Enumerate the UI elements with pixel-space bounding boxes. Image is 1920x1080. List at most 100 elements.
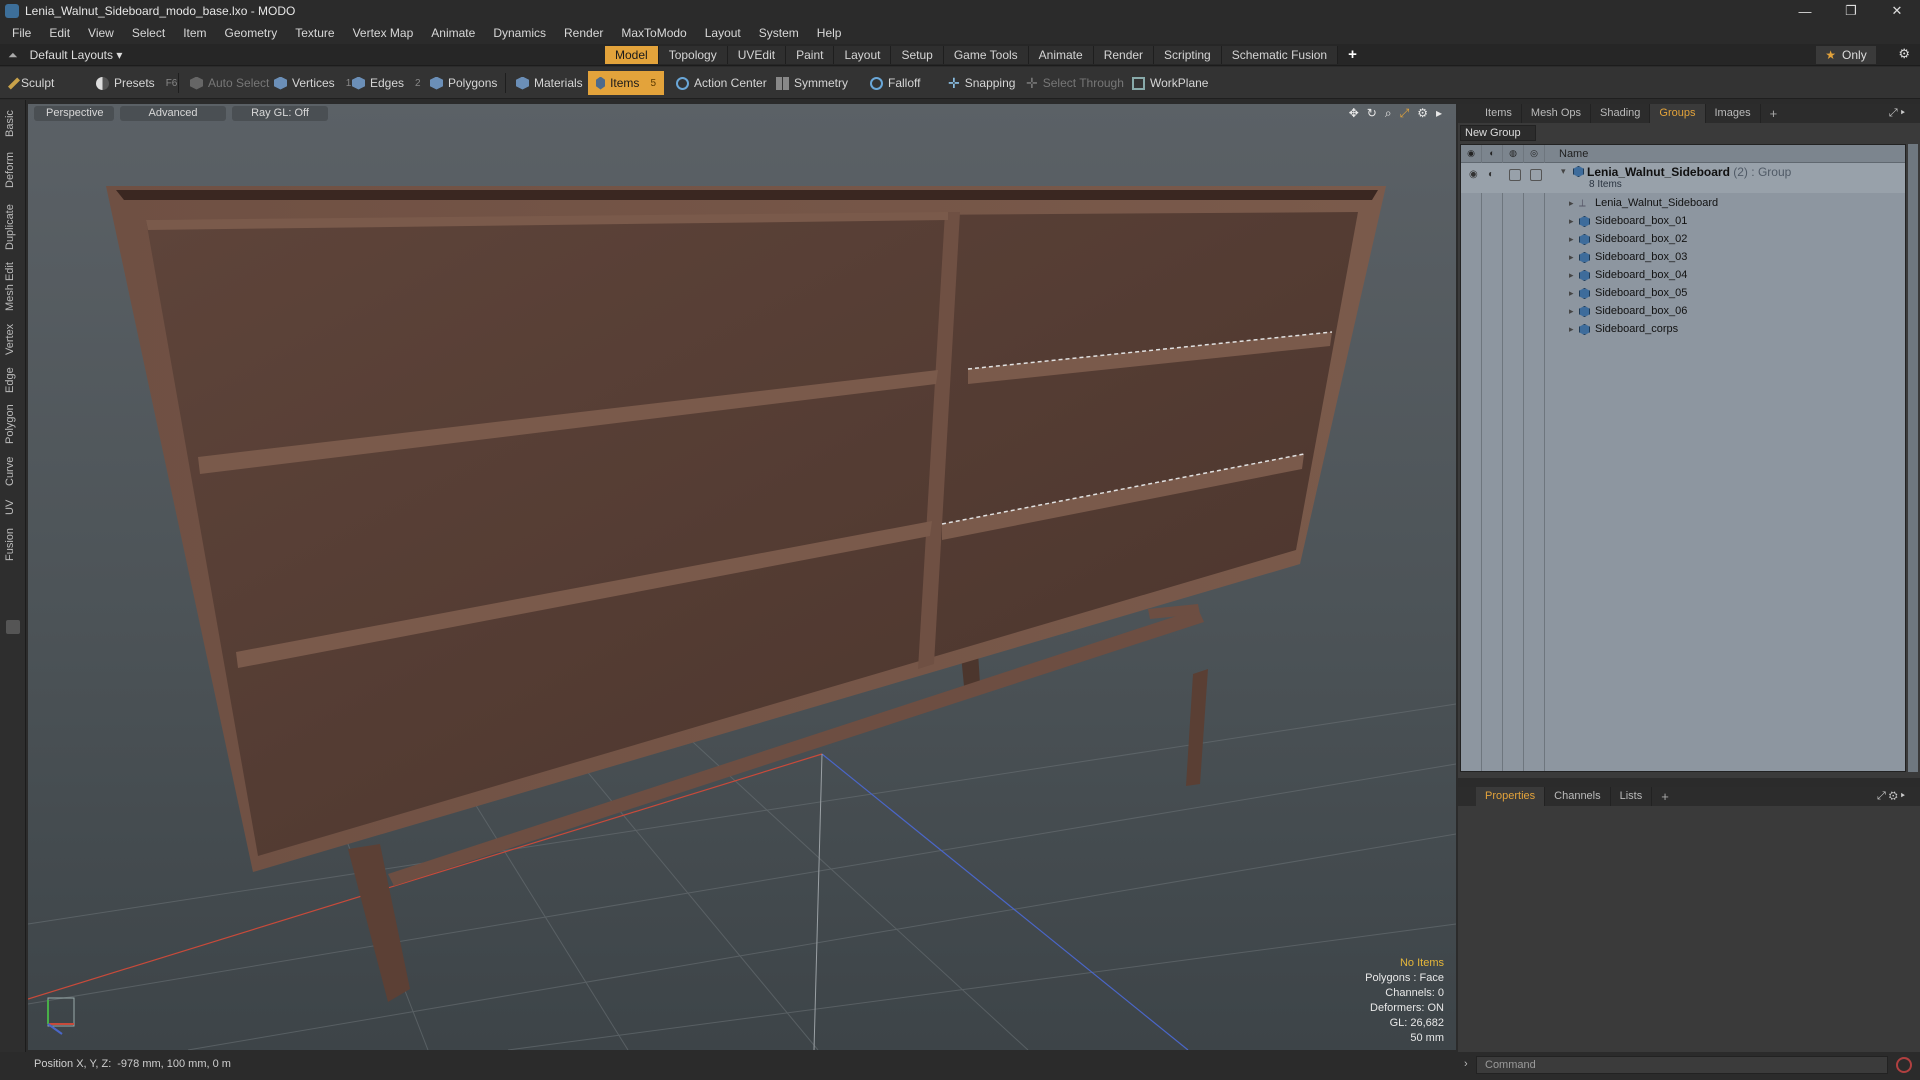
expand-arrow-icon[interactable]: ▸ — [1569, 324, 1574, 335]
select-through-button[interactable]: ✛ Select Through — [1018, 71, 1132, 95]
tab-topology[interactable]: Topology — [658, 46, 728, 64]
tab-scripting[interactable]: Scripting — [1154, 46, 1222, 64]
expand-arrow-icon[interactable]: ▸ — [1569, 216, 1574, 227]
groups-scrollbar[interactable] — [1908, 144, 1918, 772]
sculpt-button[interactable]: Sculpt — [4, 71, 62, 95]
menu-file[interactable]: File — [12, 26, 31, 40]
expand-arrow-icon[interactable]: ▸ — [1569, 270, 1574, 281]
minimize-button[interactable]: — — [1782, 0, 1828, 22]
tab-paint[interactable]: Paint — [786, 46, 835, 64]
symmetry-button[interactable]: Symmetry — [768, 71, 856, 95]
only-toggle[interactable]: ★ Only — [1816, 46, 1876, 64]
collapse-arrow-icon[interactable]: ▾ — [1561, 166, 1566, 177]
tab-schematic-fusion[interactable]: Schematic Fusion — [1221, 46, 1339, 64]
list-item[interactable]: ▸ Sideboard_box_01 — [1461, 213, 1905, 231]
tab-uvedit[interactable]: UVEdit — [727, 46, 787, 64]
tab-items[interactable]: Items — [1476, 104, 1522, 123]
tab-images[interactable]: Images — [1706, 104, 1761, 123]
select-col-icon[interactable]: ◎ — [1528, 148, 1540, 160]
tab-fusion[interactable]: Fusion — [4, 524, 22, 564]
select-toggle[interactable] — [1530, 169, 1542, 181]
lock-col-icon[interactable]: ◍ — [1507, 148, 1519, 160]
menu-item[interactable]: Item — [183, 26, 206, 40]
gear-icon[interactable]: ⚙ — [1898, 46, 1910, 62]
tab-properties[interactable]: Properties — [1476, 787, 1546, 806]
menu-dynamics[interactable]: Dynamics — [493, 26, 546, 40]
fit-icon[interactable]: ⤢ — [1400, 106, 1410, 121]
lock-toggle[interactable] — [1509, 169, 1521, 181]
expand-icon[interactable]: ⤢ ⚙ ▸ — [1868, 787, 1914, 806]
tab-setup[interactable]: Setup — [891, 46, 944, 64]
tab-groups[interactable]: Groups — [1650, 104, 1706, 123]
rotate-icon[interactable]: ↻ — [1367, 106, 1377, 121]
list-item[interactable]: ▸ ⟂ Lenia_Walnut_Sideboard — [1461, 195, 1905, 213]
visibility-eye-icon[interactable]: ◉ — [1469, 169, 1478, 180]
tab-render[interactable]: Render — [1093, 46, 1155, 64]
expand-arrow-icon[interactable]: ▸ — [1569, 252, 1574, 263]
command-input[interactable]: Command — [1476, 1056, 1888, 1074]
view-type-dropdown[interactable]: Perspective — [34, 106, 114, 121]
shading-dropdown[interactable]: Advanced — [120, 106, 226, 121]
group-row[interactable]: ◉ ◐ ▾ Lenia_Walnut_Sideboard (2) : Group… — [1461, 163, 1905, 193]
tab-curve[interactable]: Curve — [4, 452, 22, 490]
tab-duplicate[interactable]: Duplicate — [4, 198, 22, 256]
new-group-button[interactable]: New Group — [1460, 125, 1536, 141]
menu-render[interactable]: Render — [564, 26, 603, 40]
3d-viewport[interactable]: Perspective Advanced Ray GL: Off ✥ ↻ ⌕ ⤢… — [28, 104, 1456, 1050]
add-tab-icon[interactable]: + — [1761, 104, 1787, 123]
expand-arrow-icon[interactable]: ▸ — [1569, 234, 1574, 245]
tab-layout[interactable]: Layout — [834, 46, 892, 64]
edges-button[interactable]: Edges 2 — [344, 71, 429, 95]
viewport-settings-icon[interactable]: ⚙ — [1417, 106, 1428, 121]
tab-mesh-ops[interactable]: Mesh Ops — [1522, 104, 1592, 123]
palette-toggle-icon[interactable] — [6, 620, 20, 634]
tab-channels[interactable]: Channels — [1545, 787, 1611, 806]
expand-arrow-icon[interactable]: ▸ — [1569, 288, 1574, 299]
expand-arrow-icon[interactable]: ▸ — [1569, 306, 1574, 317]
add-tab-icon[interactable]: + — [1338, 46, 1367, 64]
tab-game-tools[interactable]: Game Tools — [943, 46, 1029, 64]
expand-icon[interactable]: ⤢ ▸ — [1880, 104, 1914, 123]
auto-select-button[interactable]: Auto Select — [182, 71, 277, 95]
raygl-toggle[interactable]: Ray GL: Off — [232, 106, 328, 121]
menu-select[interactable]: Select — [132, 26, 165, 40]
tab-edge[interactable]: Edge — [4, 364, 22, 396]
tab-shading[interactable]: Shading — [1591, 104, 1651, 123]
expand-arrow-icon[interactable]: ▸ — [1569, 198, 1574, 209]
collapse-icon[interactable]: ⏶ — [8, 48, 18, 63]
presets-button[interactable]: Presets F6 — [88, 71, 185, 95]
tab-animate[interactable]: Animate — [1028, 46, 1094, 64]
visibility-col-icon[interactable]: ◉ — [1465, 148, 1477, 160]
menu-texture[interactable]: Texture — [295, 26, 334, 40]
menu-layout[interactable]: Layout — [705, 26, 741, 40]
menu-vertex-map[interactable]: Vertex Map — [353, 26, 414, 40]
items-button[interactable]: Items 5 — [588, 71, 664, 95]
layouts-dropdown[interactable]: ⏶ Default Layouts ▾ — [8, 46, 122, 64]
restore-button[interactable]: ❐ — [1828, 0, 1874, 22]
menu-maxtomodo[interactable]: MaxToModo — [621, 26, 686, 40]
workplane-button[interactable]: WorkPlane — [1124, 71, 1216, 95]
list-item[interactable]: ▸ Sideboard_box_05 — [1461, 285, 1905, 303]
action-center-button[interactable]: Action Center — [668, 71, 775, 95]
tab-lists[interactable]: Lists — [1611, 787, 1653, 806]
render-col-icon[interactable]: ◐ — [1486, 148, 1498, 160]
materials-button[interactable]: Materials — [508, 71, 591, 95]
tab-polygon[interactable]: Polygon — [4, 400, 22, 448]
list-item[interactable]: ▸ Sideboard_box_06 — [1461, 303, 1905, 321]
list-item[interactable]: ▸ Sideboard_box_04 — [1461, 267, 1905, 285]
polygons-button[interactable]: Polygons — [422, 71, 505, 95]
render-toggle-icon[interactable]: ◐ — [1488, 169, 1494, 180]
tab-deform[interactable]: Deform — [4, 146, 22, 194]
tab-basic[interactable]: Basic — [4, 106, 22, 142]
command-history-icon[interactable]: › — [1464, 1058, 1468, 1070]
snapping-button[interactable]: ✛ Snapping — [940, 71, 1023, 95]
list-item[interactable]: ▸ Sideboard_box_02 — [1461, 231, 1905, 249]
pan-icon[interactable]: ✥ — [1349, 106, 1359, 121]
tab-vertex[interactable]: Vertex — [4, 318, 22, 360]
menu-help[interactable]: Help — [817, 26, 842, 40]
menu-animate[interactable]: Animate — [431, 26, 475, 40]
record-macro-icon[interactable] — [1896, 1057, 1912, 1073]
falloff-button[interactable]: Falloff — [862, 71, 928, 95]
tab-uv[interactable]: UV — [4, 494, 22, 520]
name-column-header[interactable]: Name — [1559, 148, 1588, 160]
